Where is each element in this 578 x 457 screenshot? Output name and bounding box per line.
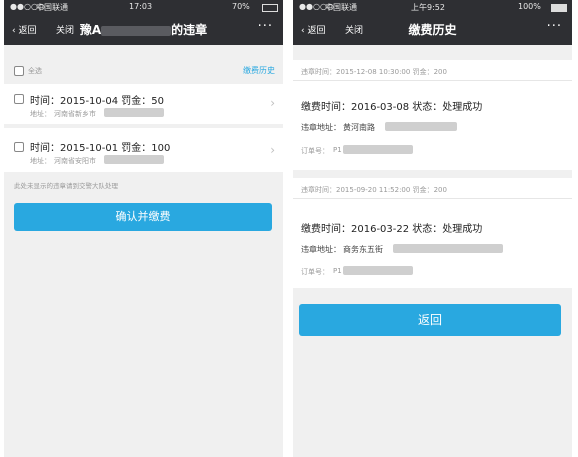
address-label: 地址： (30, 110, 51, 118)
order-value: P1 (333, 146, 342, 154)
notice-text: 此处未显示的违章请到交警大队处理 (14, 182, 118, 190)
record-header: 违章时间：2015-09-20 11:52:00 罚金：200 (293, 178, 572, 199)
battery-label: 70% (232, 2, 250, 11)
address-value: 黄河南路 (343, 123, 375, 132)
address-label: 违章地址： (301, 123, 341, 132)
status-time: 上午9:52 (411, 3, 445, 12)
address-label: 违章地址： (301, 245, 341, 254)
carrier-label: 中国联通 (36, 3, 68, 12)
payment-record: 违章时间：2015-12-08 10:30:00 罚金：200 缴费时间：201… (293, 60, 572, 170)
battery-icon (551, 4, 567, 12)
violation-line: 时间：2015-10-04 罚金：50 (30, 96, 165, 107)
left-phone-screen: ●●○○○ 中国联通 17:03 70% ‹ 返回 关闭 豫A 的违章 ··· 全… (4, 0, 283, 457)
redacted-address (104, 155, 164, 164)
confirm-pay-button[interactable]: 确认并缴费 (14, 203, 272, 231)
address-value: 商务东五街 (343, 245, 383, 254)
payment-status-line: 缴费时间：2016-03-22 状态：处理成功 (301, 224, 483, 235)
address-label: 地址： (30, 157, 51, 165)
right-phone-screen: ●●○○○ 中国联通 上午9:52 100% ‹ 返回 关闭 缴费历史 ··· … (293, 0, 572, 457)
redacted-order (343, 266, 413, 275)
title-suffix: 的违章 (171, 23, 208, 37)
chevron-right-icon: › (270, 96, 275, 110)
redacted-address (104, 108, 164, 117)
select-all-checkbox[interactable] (14, 66, 24, 76)
redacted-address (385, 122, 457, 131)
redacted-plate (101, 25, 172, 36)
item-checkbox[interactable] (14, 142, 24, 152)
item-checkbox[interactable] (14, 94, 24, 104)
record-header: 违章时间：2015-12-08 10:30:00 罚金：200 (293, 60, 572, 81)
more-icon[interactable]: ··· (258, 19, 273, 34)
nav-bar: ‹ 返回 关闭 缴费历史 ··· (293, 15, 572, 45)
payment-record: 违章时间：2015-09-20 11:52:00 罚金：200 缴费时间：201… (293, 178, 572, 288)
violation-time-line: 违章时间：2015-12-08 10:30:00 罚金：200 (301, 68, 447, 76)
address-value: 河南省新乡市 (54, 110, 96, 118)
violation-item[interactable]: 时间：2015-10-04 罚金：50 地址： 河南省新乡市 › (4, 84, 283, 124)
redacted-order (343, 145, 413, 154)
order-value: P1 (333, 267, 342, 275)
page-title: 豫A 的违章 (4, 21, 283, 38)
select-all-row: 全选 缴费历史 (4, 60, 283, 80)
battery-label: 100% (518, 2, 541, 11)
order-label: 订单号： (301, 268, 329, 276)
redacted-address (393, 244, 503, 253)
status-bar: ●●○○○ 中国联通 17:03 70% (4, 0, 283, 15)
violation-time-line: 违章时间：2015-09-20 11:52:00 罚金：200 (301, 186, 447, 194)
plate-prefix: 豫A (79, 23, 102, 37)
payment-history-link[interactable]: 缴费历史 (243, 65, 275, 76)
carrier-label: 中国联通 (325, 3, 357, 12)
order-label: 订单号： (301, 147, 329, 155)
address-value: 河南省安阳市 (54, 157, 96, 165)
status-time: 17:03 (129, 2, 153, 11)
battery-icon (262, 4, 278, 12)
violation-item[interactable]: 时间：2015-10-01 罚金：100 地址： 河南省安阳市 › (4, 128, 283, 172)
status-bar: ●●○○○ 中国联通 上午9:52 100% (293, 0, 572, 15)
return-button[interactable]: 返回 (299, 304, 561, 336)
page-title: 缴费历史 (408, 23, 457, 37)
payment-status-line: 缴费时间：2016-03-08 状态：处理成功 (301, 102, 483, 113)
more-icon[interactable]: ··· (547, 19, 562, 34)
violation-line: 时间：2015-10-01 罚金：100 (30, 143, 171, 154)
nav-bar: ‹ 返回 关闭 豫A 的违章 ··· (4, 15, 283, 45)
select-all-label: 全选 (28, 67, 42, 75)
chevron-right-icon: › (270, 143, 275, 157)
